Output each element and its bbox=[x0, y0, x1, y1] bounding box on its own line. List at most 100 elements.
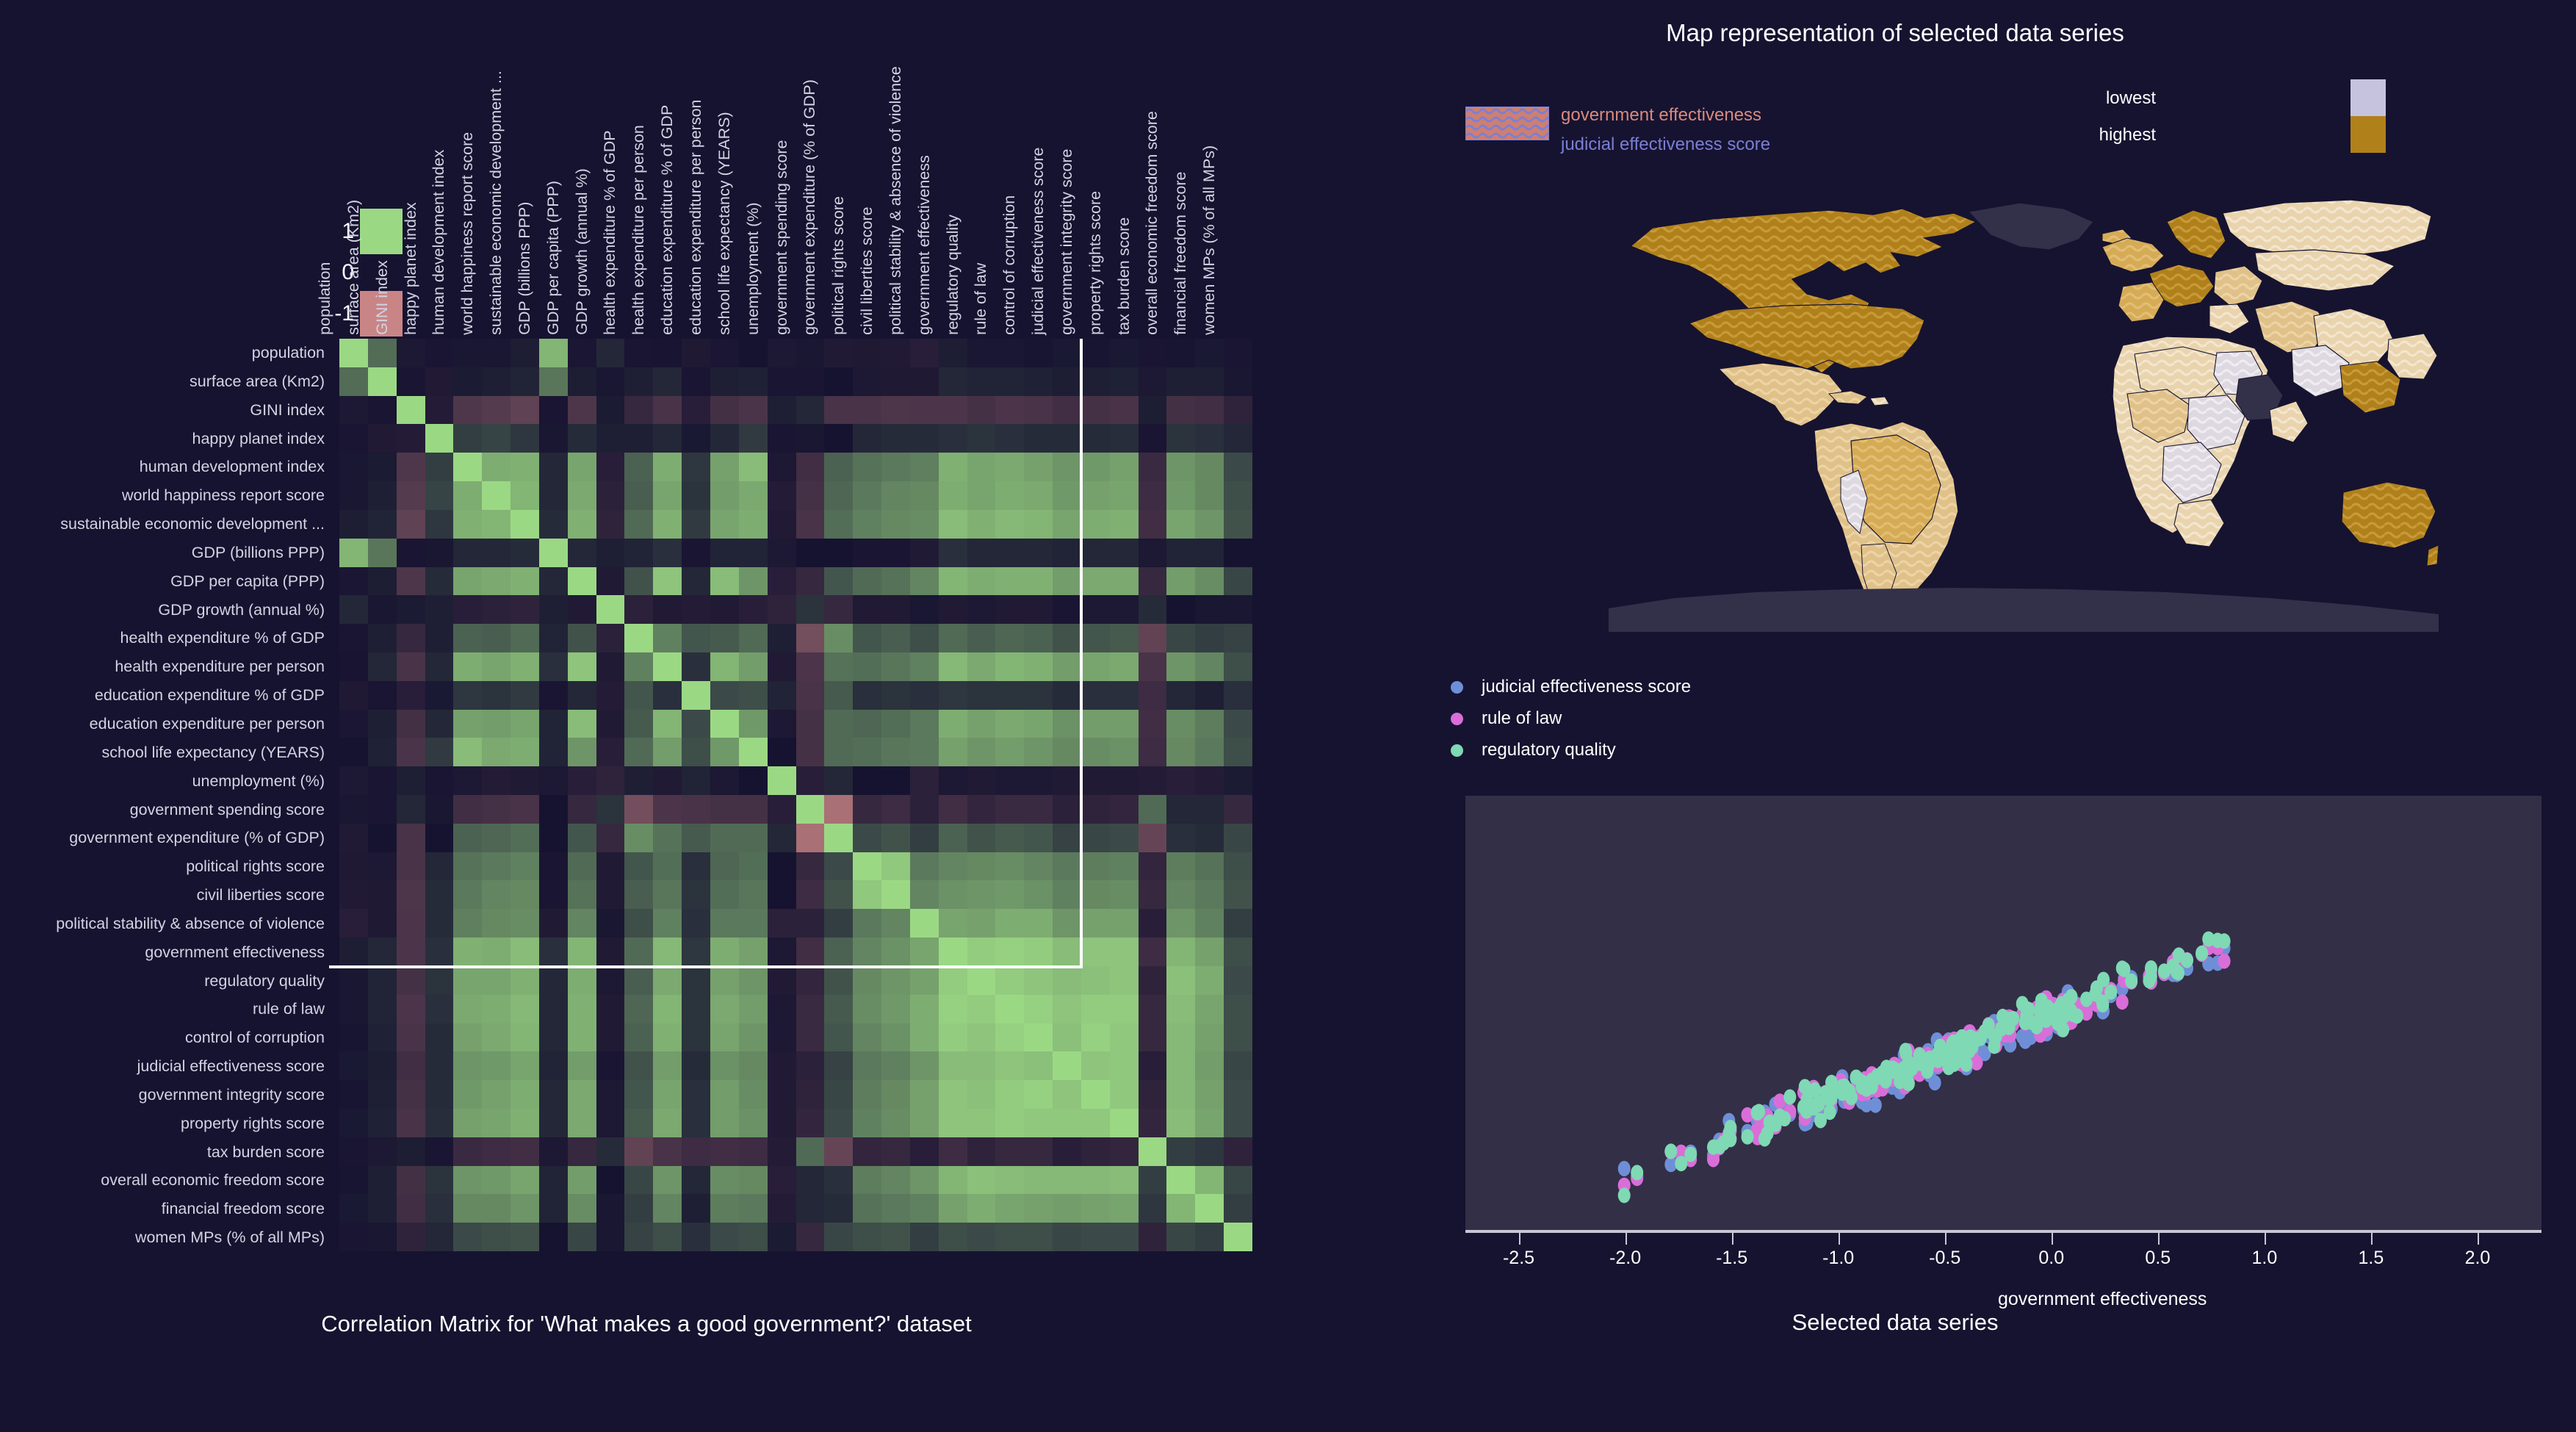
matrix-cell[interactable] bbox=[367, 680, 397, 710]
matrix-column-label[interactable]: regulatory quality bbox=[939, 12, 967, 335]
matrix-cell[interactable] bbox=[339, 395, 368, 425]
matrix-cell[interactable] bbox=[1080, 680, 1110, 710]
matrix-cell[interactable] bbox=[653, 566, 682, 596]
matrix-cell[interactable] bbox=[738, 852, 768, 881]
matrix-cell[interactable] bbox=[767, 481, 796, 510]
matrix-cell[interactable] bbox=[510, 795, 539, 824]
matrix-cell[interactable] bbox=[738, 938, 768, 966]
matrix-cell[interactable] bbox=[1080, 1023, 1110, 1052]
matrix-cell[interactable] bbox=[995, 965, 1025, 995]
matrix-cell[interactable] bbox=[967, 1194, 996, 1223]
matrix-cell[interactable] bbox=[824, 566, 854, 596]
matrix-cell[interactable] bbox=[1080, 1108, 1110, 1137]
matrix-cell[interactable] bbox=[710, 909, 739, 938]
scatter-point[interactable] bbox=[1617, 1187, 1631, 1203]
matrix-cell[interactable] bbox=[1224, 395, 1252, 425]
matrix-cell[interactable] bbox=[682, 1137, 710, 1166]
matrix-cell[interactable] bbox=[453, 880, 483, 910]
matrix-cell[interactable] bbox=[1080, 624, 1110, 652]
matrix-cell[interactable] bbox=[682, 1023, 710, 1052]
matrix-cell[interactable] bbox=[967, 624, 996, 652]
matrix-cell[interactable] bbox=[767, 1108, 796, 1137]
matrix-cell[interactable] bbox=[1166, 938, 1196, 966]
matrix-cell[interactable] bbox=[853, 424, 882, 453]
matrix-cell[interactable] bbox=[653, 453, 682, 482]
matrix-cell[interactable] bbox=[482, 395, 511, 425]
matrix-cell[interactable] bbox=[425, 1080, 454, 1109]
matrix-cell[interactable] bbox=[538, 566, 568, 596]
matrix-column-label[interactable]: surface area (Km2) bbox=[339, 12, 368, 335]
matrix-cell[interactable] bbox=[938, 880, 967, 910]
matrix-cell[interactable] bbox=[1138, 538, 1167, 567]
matrix-cell[interactable] bbox=[881, 965, 910, 995]
matrix-cell[interactable] bbox=[909, 795, 939, 824]
matrix-cell[interactable] bbox=[1024, 1165, 1053, 1195]
matrix-cell[interactable] bbox=[367, 395, 397, 425]
matrix-cell[interactable] bbox=[710, 481, 739, 510]
matrix-cell[interactable] bbox=[938, 566, 967, 596]
matrix-cell[interactable] bbox=[1195, 1080, 1224, 1109]
matrix-cell[interactable] bbox=[795, 1051, 825, 1081]
matrix-cell[interactable] bbox=[596, 453, 625, 482]
matrix-cell[interactable] bbox=[909, 1223, 939, 1251]
matrix-cell[interactable] bbox=[1166, 1051, 1196, 1081]
matrix-cell[interactable] bbox=[1053, 938, 1081, 966]
matrix-cell[interactable] bbox=[767, 395, 796, 425]
matrix-cell[interactable] bbox=[624, 1051, 654, 1081]
matrix-cell[interactable] bbox=[567, 880, 596, 910]
matrix-cell[interactable] bbox=[1024, 1080, 1053, 1109]
matrix-cell[interactable] bbox=[425, 852, 454, 881]
matrix-column-label[interactable]: government integrity score bbox=[1053, 12, 1081, 335]
matrix-cell[interactable] bbox=[824, 1137, 854, 1166]
matrix-cell[interactable] bbox=[482, 823, 511, 852]
matrix-cell[interactable] bbox=[538, 1137, 568, 1166]
matrix-cell[interactable] bbox=[1109, 880, 1139, 910]
matrix-cell[interactable] bbox=[624, 1194, 654, 1223]
matrix-cell[interactable] bbox=[510, 938, 539, 966]
matrix-cell[interactable] bbox=[853, 566, 882, 596]
matrix-cell[interactable] bbox=[339, 795, 368, 824]
matrix-cell[interactable] bbox=[881, 766, 910, 795]
matrix-cell[interactable] bbox=[653, 766, 682, 795]
matrix-cell[interactable] bbox=[339, 1137, 368, 1166]
matrix-cell[interactable] bbox=[1195, 766, 1224, 795]
matrix-cell[interactable] bbox=[682, 424, 710, 453]
matrix-cell[interactable] bbox=[938, 909, 967, 938]
matrix-cell[interactable] bbox=[1138, 709, 1167, 738]
matrix-cell[interactable] bbox=[453, 595, 483, 625]
matrix-cell[interactable] bbox=[995, 880, 1025, 910]
matrix-cell[interactable] bbox=[1053, 595, 1081, 625]
matrix-cell[interactable] bbox=[710, 1080, 739, 1109]
matrix-cell[interactable] bbox=[653, 738, 682, 767]
matrix-cell[interactable] bbox=[853, 1080, 882, 1109]
matrix-cell[interactable] bbox=[1053, 880, 1081, 910]
matrix-cell[interactable] bbox=[624, 965, 654, 995]
matrix-cell[interactable] bbox=[396, 1023, 425, 1052]
matrix-cell[interactable] bbox=[995, 938, 1025, 966]
matrix-cell[interactable] bbox=[425, 680, 454, 710]
matrix-cell[interactable] bbox=[482, 1194, 511, 1223]
matrix-cell[interactable] bbox=[538, 909, 568, 938]
matrix-cell[interactable] bbox=[1224, 538, 1252, 567]
matrix-cell[interactable] bbox=[1166, 1108, 1196, 1137]
matrix-cell[interactable] bbox=[1166, 1023, 1196, 1052]
matrix-cell[interactable] bbox=[1024, 367, 1053, 396]
matrix-cell[interactable] bbox=[938, 339, 967, 367]
matrix-cell[interactable] bbox=[1024, 1137, 1053, 1166]
matrix-cell[interactable] bbox=[682, 852, 710, 881]
matrix-cell[interactable] bbox=[682, 880, 710, 910]
scatter-point[interactable] bbox=[1778, 1111, 1791, 1127]
matrix-cell[interactable] bbox=[482, 566, 511, 596]
matrix-cell[interactable] bbox=[510, 1051, 539, 1081]
scatter-point[interactable] bbox=[2218, 953, 2231, 969]
matrix-cell[interactable] bbox=[824, 709, 854, 738]
matrix-cell[interactable] bbox=[938, 795, 967, 824]
matrix-cell[interactable] bbox=[1053, 709, 1081, 738]
matrix-cell[interactable] bbox=[909, 566, 939, 596]
matrix-cell[interactable] bbox=[538, 538, 568, 567]
matrix-cell[interactable] bbox=[453, 1137, 483, 1166]
matrix-cell[interactable] bbox=[682, 909, 710, 938]
matrix-cell[interactable] bbox=[482, 680, 511, 710]
matrix-cell[interactable] bbox=[853, 680, 882, 710]
matrix-cell[interactable] bbox=[881, 395, 910, 425]
